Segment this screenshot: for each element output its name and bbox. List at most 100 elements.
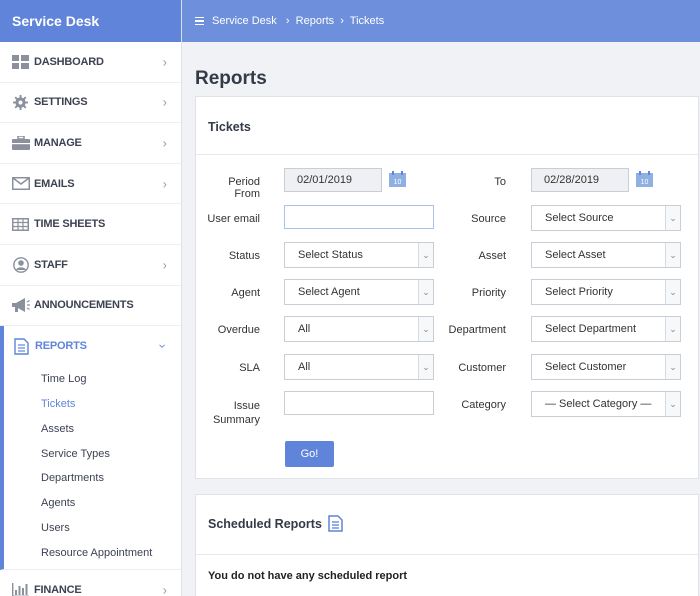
document-icon <box>12 338 31 355</box>
sidebar-item-staff[interactable]: STAFF › <box>0 245 181 286</box>
chevron-down-icon: ⌄ <box>665 317 680 341</box>
sidebar-item-label: SETTINGS <box>34 96 88 109</box>
briefcase-icon <box>11 135 30 151</box>
customer-select[interactable]: Select Customer ⌄ <box>531 354 681 380</box>
breadcrumb-separator-icon: › <box>340 15 344 27</box>
brand-title[interactable]: Service Desk <box>0 0 181 42</box>
sidebar-item-label: ANNOUNCEMENTS <box>34 299 134 312</box>
category-select[interactable]: — Select Category — ⌄ <box>531 391 681 417</box>
select-value: All <box>298 323 311 335</box>
sidebar-item-reports[interactable]: REPORTS › <box>0 326 181 367</box>
source-label: Source <box>471 213 506 225</box>
overdue-select[interactable]: All ⌄ <box>284 316 434 342</box>
submenu-item-time-log[interactable]: Time Log <box>4 367 181 392</box>
to-label: To <box>494 176 506 188</box>
sidebar-item-label: REPORTS <box>35 340 87 353</box>
breadcrumb: Service Desk › Reports › Tickets <box>212 15 384 27</box>
agent-select[interactable]: Select Agent ⌄ <box>284 279 434 305</box>
envelope-icon <box>11 176 30 192</box>
sidebar-item-settings[interactable]: SETTINGS › <box>0 83 181 124</box>
chevron-down-icon: ⌄ <box>665 206 680 230</box>
calendar-icon[interactable]: 10 <box>636 171 653 187</box>
card-header: Scheduled Reports <box>196 495 698 555</box>
status-select[interactable]: Select Status ⌄ <box>284 242 434 268</box>
chevron-down-icon: ⌄ <box>665 392 680 416</box>
select-value: — Select Category — <box>545 398 652 410</box>
period-to-field[interactable]: 02/28/2019 <box>531 168 629 192</box>
hamburger-menu-icon[interactable] <box>195 16 204 26</box>
chevron-right-icon: › <box>162 94 167 110</box>
chevron-right-icon: › <box>162 582 167 596</box>
submenu-item-tickets[interactable]: Tickets <box>4 392 181 417</box>
submenu-item-resource-appointment[interactable]: Resource Appointment <box>4 540 181 565</box>
agent-label: Agent <box>231 287 260 299</box>
issue-summary-label: Issue Summary <box>200 399 260 427</box>
asset-select[interactable]: Select Asset ⌄ <box>531 242 681 268</box>
tickets-report-card: Tickets Period From 02/01/2019 10 To 02/… <box>195 96 699 479</box>
breadcrumb-item: Tickets <box>349 15 385 27</box>
topbar: Service Desk › Reports › Tickets <box>182 0 700 42</box>
status-label: Status <box>228 250 260 262</box>
select-value: All <box>298 361 311 373</box>
bar-chart-icon <box>11 582 30 596</box>
chevron-down-icon: ⌄ <box>665 243 680 267</box>
issue-summary-input[interactable] <box>284 391 434 415</box>
asset-label: Asset <box>478 250 506 262</box>
chevron-right-icon: › <box>162 257 167 273</box>
sidebar-item-time-sheets[interactable]: TIME SHEETS <box>0 204 181 245</box>
chevron-right-icon: › <box>162 135 167 151</box>
breadcrumb-item[interactable]: Reports <box>296 15 335 27</box>
sidebar-item-label: DASHBOARD <box>34 55 104 68</box>
dashboard-grid-icon <box>11 54 30 70</box>
sidebar-item-emails[interactable]: EMAILS › <box>0 164 181 205</box>
breadcrumb-item[interactable]: Service Desk <box>212 15 277 27</box>
select-value: Select Agent <box>298 286 360 298</box>
priority-select[interactable]: Select Priority ⌄ <box>531 279 681 305</box>
page-title: Reports <box>195 68 267 89</box>
submenu-item-users[interactable]: Users <box>4 516 181 541</box>
category-label: Category <box>461 399 506 411</box>
issue-summary-label-line: Issue <box>233 400 260 412</box>
calendar-day-text: 10 <box>394 179 402 186</box>
breadcrumb-separator-icon: › <box>282 15 290 27</box>
sidebar-item-dashboard[interactable]: DASHBOARD › <box>0 42 181 83</box>
sidebar-item-label: TIME SHEETS <box>34 218 106 231</box>
card-title: Scheduled Reports <box>208 517 322 531</box>
select-value: Select Department <box>545 323 637 335</box>
chevron-down-icon: › <box>155 344 171 349</box>
period-from-label: Period From <box>228 176 260 200</box>
chevron-down-icon: ⌄ <box>418 355 433 379</box>
chevron-down-icon: ⌄ <box>665 280 680 304</box>
submenu-item-agents[interactable]: Agents <box>4 491 181 516</box>
department-select[interactable]: Select Department ⌄ <box>531 316 681 342</box>
document-icon[interactable] <box>328 515 343 532</box>
sla-select[interactable]: All ⌄ <box>284 354 434 380</box>
calendar-icon[interactable]: 10 <box>389 171 406 187</box>
sidebar-item-finance[interactable]: FINANCE › <box>0 570 181 596</box>
go-button[interactable]: Go! <box>285 441 334 467</box>
user-email-input[interactable] <box>284 205 434 229</box>
submenu-item-service-types[interactable]: Service Types <box>4 441 181 466</box>
priority-label: Priority <box>471 287 506 299</box>
sidebar-item-label: MANAGE <box>34 136 82 149</box>
scheduled-reports-card: Scheduled Reports You do not have any sc… <box>195 494 699 596</box>
empty-state-message: You do not have any scheduled report <box>208 570 408 582</box>
chevron-down-icon: ⌄ <box>418 280 433 304</box>
sla-label: SLA <box>239 362 260 374</box>
user-email-label: User email <box>207 213 260 225</box>
submenu-item-assets[interactable]: Assets <box>4 416 181 441</box>
sidebar-item-label: STAFF <box>34 258 68 271</box>
select-value: Select Source <box>545 212 614 224</box>
sidebar-item-label: EMAILS <box>34 177 75 190</box>
sidebar: Service Desk DASHBOARD › SETTINGS › MANA… <box>0 0 182 596</box>
department-label: Department <box>448 324 506 336</box>
source-select[interactable]: Select Source ⌄ <box>531 205 681 231</box>
sidebar-item-manage[interactable]: MANAGE › <box>0 123 181 164</box>
submenu-item-departments[interactable]: Departments <box>4 466 181 491</box>
sidebar-item-announcements[interactable]: ANNOUNCEMENTS <box>0 286 181 327</box>
period-from-field[interactable]: 02/01/2019 <box>284 168 382 192</box>
user-circle-icon <box>11 256 30 273</box>
select-value: Select Status <box>298 249 363 261</box>
table-icon <box>11 216 30 232</box>
gear-icon <box>11 94 30 110</box>
